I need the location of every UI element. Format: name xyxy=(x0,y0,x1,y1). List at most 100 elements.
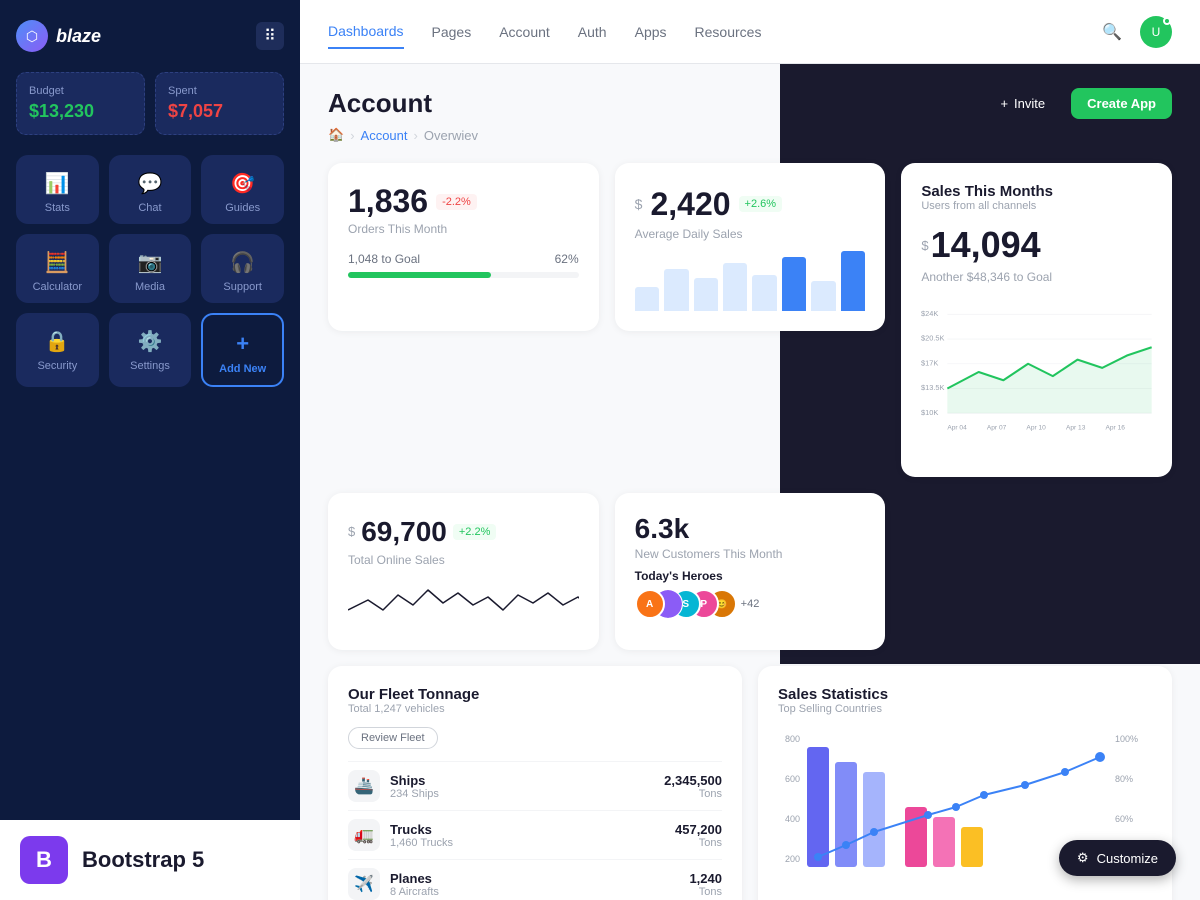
logo-icon: ⬡ xyxy=(16,20,48,52)
sales-line-chart: $24K $20.5K $17K $13.5K $10K xyxy=(921,292,1152,452)
plus-icon: + xyxy=(1000,96,1008,111)
wave-chart xyxy=(348,575,579,625)
spent-card: Spent $7,057 xyxy=(155,72,284,135)
nav-link-apps[interactable]: Apps xyxy=(635,16,667,48)
bar-1 xyxy=(635,287,659,311)
logo: ⬡ blaze xyxy=(16,20,101,52)
sales-this-month-card: Sales This Months Users from all channel… xyxy=(901,163,1172,477)
nav-link-dashboards[interactable]: Dashboards xyxy=(328,15,404,49)
spent-value: $7,057 xyxy=(168,101,271,122)
nav-link-account[interactable]: Account xyxy=(499,16,550,48)
bottom-grid: Our Fleet Tonnage Total 1,247 vehicles R… xyxy=(328,666,1172,900)
sidebar-item-settings[interactable]: ⚙️ Settings xyxy=(109,313,192,387)
new-customers-label: New Customers This Month xyxy=(635,547,866,561)
fleet-value-ships: 2,345,500 Tons xyxy=(664,773,722,800)
bootstrap-letter: B xyxy=(36,847,52,873)
sidebar-item-add-new[interactable]: + Add New xyxy=(201,313,284,387)
menu-icon: ⠿ xyxy=(264,26,276,46)
hero-avatar-1: A xyxy=(635,589,665,619)
online-sales-label: Total Online Sales xyxy=(348,553,579,567)
sidebar-item-chat[interactable]: 💬 Chat xyxy=(109,155,192,224)
breadcrumb: 🏠 › Account › Overwiev xyxy=(328,127,1172,143)
create-app-button[interactable]: Create App xyxy=(1071,88,1172,119)
fleet-row-ships: 🚢 Ships 234 Ships 2,345,500 Tons xyxy=(348,761,722,810)
topnav-right: 🔍 U xyxy=(1096,16,1172,48)
fleet-card: Our Fleet Tonnage Total 1,247 vehicles R… xyxy=(328,666,742,900)
progress-bar-fill xyxy=(348,272,491,278)
calculator-icon: 🧮 xyxy=(45,250,70,275)
daily-sales-value: 2,420 xyxy=(650,186,730,223)
page-actions: + Invite Create App xyxy=(984,88,1172,119)
mini-bar-chart xyxy=(635,251,866,311)
orders-card: 1,836 -2.2% Orders This Month 1,048 to G… xyxy=(328,163,599,331)
progress-pct: 62% xyxy=(555,252,579,266)
search-button[interactable]: 🔍 xyxy=(1096,16,1128,48)
sidebar-item-support[interactable]: 🎧 Support xyxy=(201,234,284,303)
svg-text:200: 200 xyxy=(785,854,800,864)
user-avatar[interactable]: U xyxy=(1140,16,1172,48)
sidebar-item-media[interactable]: 📷 Media xyxy=(109,234,192,303)
svg-text:800: 800 xyxy=(785,734,800,744)
fleet-sub: Total 1,247 vehicles xyxy=(348,703,722,715)
fleet-name-planes: Planes 8 Aircrafts xyxy=(390,871,689,898)
breadcrumb-page: Overwiev xyxy=(424,128,478,143)
sales-month-value: 14,094 xyxy=(931,224,1041,266)
daily-sales-card: $ 2,420 +2.6% Average Daily Sales xyxy=(615,163,886,331)
header-menu-button[interactable]: ⠿ xyxy=(256,22,284,50)
invite-button[interactable]: + Invite xyxy=(984,88,1061,119)
sidebar-item-guides[interactable]: 🎯 Guides xyxy=(201,155,284,224)
svg-text:Apr 16: Apr 16 xyxy=(1106,425,1126,432)
bootstrap-label: Bootstrap 5 xyxy=(82,847,204,873)
sidebar-item-label-guides: Guides xyxy=(225,202,260,214)
sidebar-item-label-stats: Stats xyxy=(45,202,70,214)
stats-icon: 📊 xyxy=(45,171,70,196)
topnav-links: Dashboards Pages Account Auth Apps Resou… xyxy=(328,15,761,49)
orders-label: Orders This Month xyxy=(348,222,477,236)
nav-link-pages[interactable]: Pages xyxy=(432,16,472,48)
fleet-title: Our Fleet Tonnage xyxy=(348,686,722,703)
chat-icon: 💬 xyxy=(138,171,163,196)
customize-button[interactable]: ⚙ Customize xyxy=(1059,840,1176,876)
sidebar-item-security[interactable]: 🔒 Security xyxy=(16,313,99,387)
svg-text:60%: 60% xyxy=(1115,814,1133,824)
fleet-row-planes: ✈️ Planes 8 Aircrafts 1,240 Tons xyxy=(348,859,722,900)
progress-label: 1,048 to Goal xyxy=(348,252,420,266)
page-header: Account + Invite Create App xyxy=(328,88,1172,119)
sidebar-item-label-media: Media xyxy=(135,281,165,293)
support-icon: 🎧 xyxy=(230,250,255,275)
bar-8 xyxy=(841,251,865,311)
svg-text:600: 600 xyxy=(785,774,800,784)
daily-sales-change: +2.6% xyxy=(739,196,783,212)
stats-grid-row2: $ 69,700 +2.2% Total Online Sales 6.3k N… xyxy=(328,493,1172,650)
dollar-prefix: $ xyxy=(635,183,643,225)
review-fleet-button[interactable]: Review Fleet xyxy=(348,727,438,749)
svg-text:Apr 13: Apr 13 xyxy=(1066,425,1086,432)
sales-stats-sub: Top Selling Countries xyxy=(778,703,1152,715)
sidebar-item-label-calculator: Calculator xyxy=(33,281,83,293)
heroes-avatars: A S P 😊 +42 xyxy=(635,589,866,619)
avatar-initial: U xyxy=(1152,25,1161,39)
fleet-name-trucks: Trucks 1,460 Trucks xyxy=(390,822,675,849)
sidebar-item-calculator[interactable]: 🧮 Calculator xyxy=(16,234,99,303)
bar-4 xyxy=(723,263,747,311)
nav-link-resources[interactable]: Resources xyxy=(695,16,762,48)
sales-stats-title: Sales Statistics xyxy=(778,686,1152,703)
bar-country-3 xyxy=(863,772,885,867)
sidebar-item-stats[interactable]: 📊 Stats xyxy=(16,155,99,224)
breadcrumb-home-icon[interactable]: 🏠 xyxy=(328,127,344,143)
page-content: Account + Invite Create App 🏠 › Account … xyxy=(300,64,1200,900)
sales-goal-text: Another $48,346 to Goal xyxy=(921,270,1152,284)
trucks-icon: 🚛 xyxy=(348,819,380,851)
page-title: Account xyxy=(328,88,432,119)
nav-link-auth[interactable]: Auth xyxy=(578,16,607,48)
svg-text:Apr 04: Apr 04 xyxy=(948,425,968,432)
svg-text:Apr 07: Apr 07 xyxy=(987,425,1007,432)
heroes-label: Today's Heroes xyxy=(635,569,866,583)
bar-7 xyxy=(811,281,835,311)
bar-country-1 xyxy=(807,747,829,867)
bar-6 xyxy=(782,257,806,311)
daily-sales-label: Average Daily Sales xyxy=(635,227,782,241)
online-sales-prefix: $ xyxy=(348,513,355,551)
svg-text:80%: 80% xyxy=(1115,774,1133,784)
breadcrumb-account[interactable]: Account xyxy=(361,128,408,143)
